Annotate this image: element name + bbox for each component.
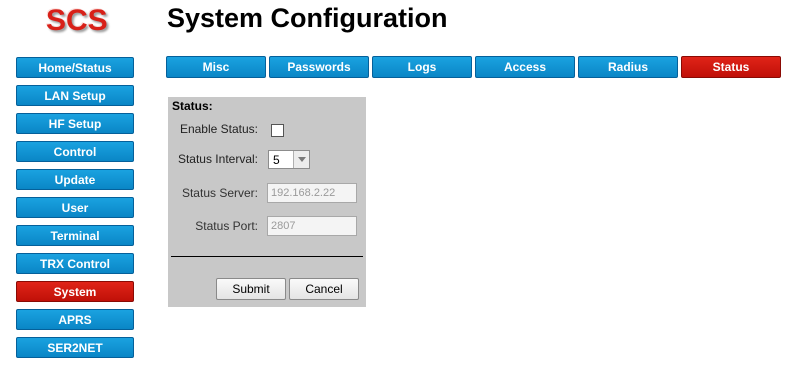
sidebar-item-system[interactable]: System <box>16 281 134 302</box>
chevron-down-icon[interactable] <box>293 151 309 168</box>
form-divider <box>171 256 363 257</box>
sidebar-item-control[interactable]: Control <box>16 141 134 162</box>
logo: SCS <box>46 4 108 37</box>
sidebar-item-update[interactable]: Update <box>16 169 134 190</box>
sidebar-item-trx-control[interactable]: TRX Control <box>16 253 134 274</box>
sidebar-item-hf-setup[interactable]: HF Setup <box>16 113 134 134</box>
submit-button[interactable]: Submit <box>216 278 286 300</box>
status-interval-select[interactable]: 5 <box>268 150 310 169</box>
status-server-label: Status Server: <box>181 186 258 200</box>
tab-misc[interactable]: Misc <box>166 56 266 78</box>
tab-passwords[interactable]: Passwords <box>269 56 369 78</box>
section-title: Status: <box>172 99 213 113</box>
status-interval-label: Status Interval: <box>177 152 258 166</box>
sidebar-item-ser2net[interactable]: SER2NET <box>16 337 134 358</box>
sidebar-item-aprs[interactable]: APRS <box>16 309 134 330</box>
tab-radius[interactable]: Radius <box>578 56 678 78</box>
status-port-label: Status Port: <box>195 219 258 233</box>
status-interval-value: 5 <box>273 153 280 167</box>
page-title: System Configuration <box>167 3 448 33</box>
tab-access[interactable]: Access <box>475 56 575 78</box>
sidebar-item-home-status[interactable]: Home/Status <box>16 57 134 78</box>
sidebar-item-lan-setup[interactable]: LAN Setup <box>16 85 134 106</box>
enable-status-label: Enable Status: <box>179 122 258 136</box>
sidebar-item-terminal[interactable]: Terminal <box>16 225 134 246</box>
status-server-field[interactable]: 192.168.2.22 <box>267 183 357 203</box>
status-port-field[interactable]: 2807 <box>267 216 357 236</box>
enable-status-checkbox[interactable] <box>271 124 284 137</box>
sidebar-item-user[interactable]: User <box>16 197 134 218</box>
status-form-panel: Status: Enable Status: Status Interval: … <box>168 97 366 307</box>
tab-status[interactable]: Status <box>681 56 781 78</box>
tab-logs[interactable]: Logs <box>372 56 472 78</box>
cancel-button[interactable]: Cancel <box>289 278 359 300</box>
